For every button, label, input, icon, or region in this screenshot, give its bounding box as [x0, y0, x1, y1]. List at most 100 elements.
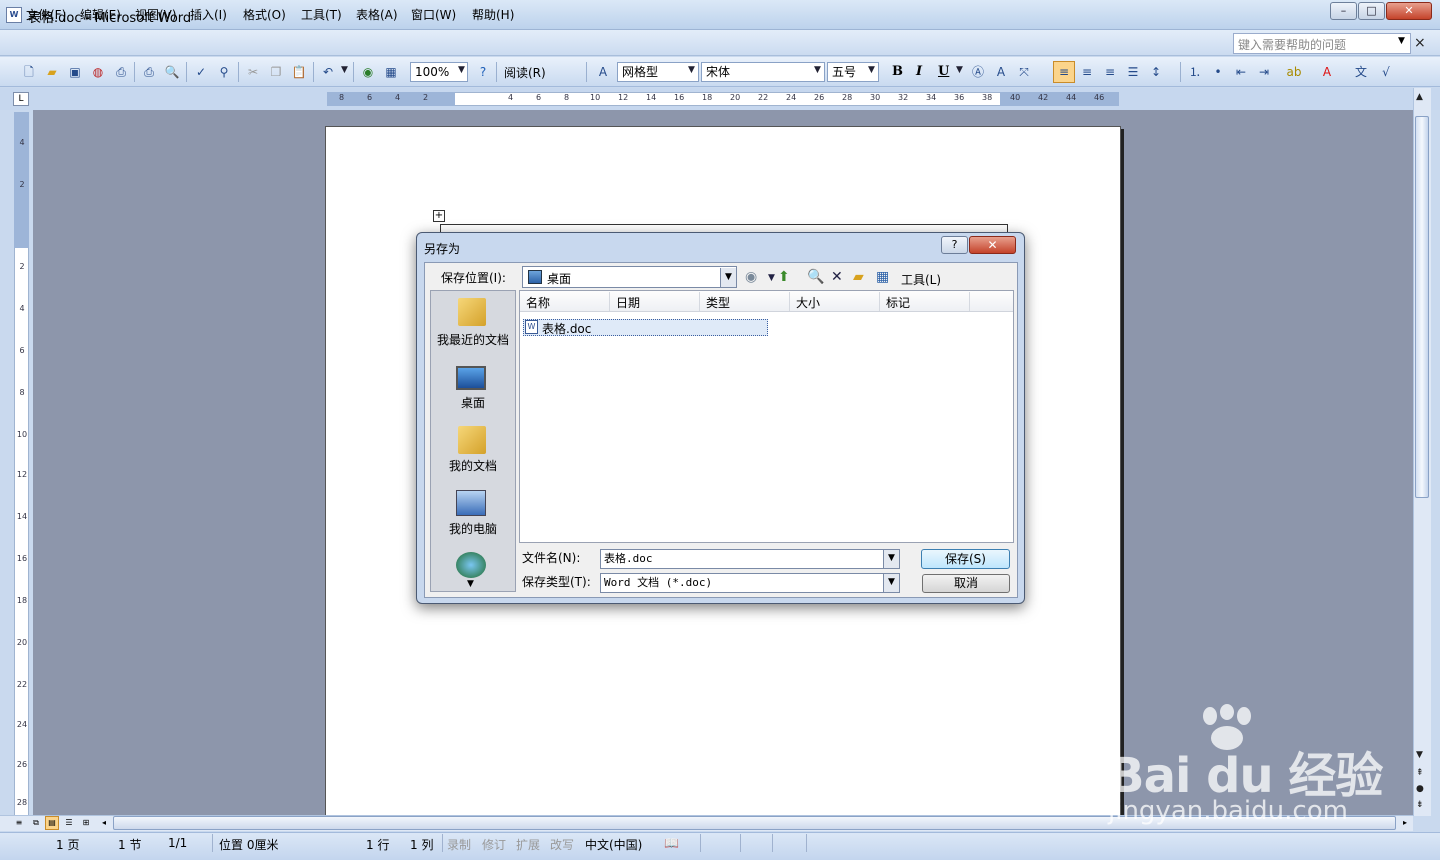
spelling-status-icon[interactable]: 📖	[664, 836, 679, 850]
menu-format[interactable]: 格式(O)	[243, 6, 286, 23]
save-button[interactable]: 保存(S)	[921, 549, 1010, 569]
align-center-icon[interactable]: ≡	[1078, 63, 1096, 81]
copy-icon[interactable]: ❐	[267, 63, 285, 81]
column-name[interactable]: 名称	[526, 294, 550, 311]
chevron-down-icon[interactable]: ▼	[956, 65, 963, 75]
zoom-preview-icon[interactable]: 🔍	[163, 63, 181, 81]
close-window-button[interactable]: ✕	[1386, 2, 1432, 20]
dialog-help-button[interactable]: ?	[941, 236, 968, 254]
new-folder-icon[interactable]: ▰	[853, 269, 864, 285]
justify-icon[interactable]: ☰	[1124, 63, 1142, 81]
chevron-down-icon[interactable]: ▼	[341, 65, 348, 75]
italic-button[interactable]: I	[916, 64, 922, 79]
undo-icon[interactable]: ↶	[319, 63, 337, 81]
numbered-list-icon[interactable]: ⒈	[1186, 63, 1204, 81]
menu-insert[interactable]: 插入(I)	[190, 6, 227, 23]
menu-window[interactable]: 窗口(W)	[411, 6, 456, 23]
chevron-down-icon[interactable]: ▼	[768, 273, 775, 283]
menu-table[interactable]: 表格(A)	[356, 6, 398, 23]
delete-icon[interactable]: ✕	[831, 269, 843, 285]
print-preview-icon[interactable]: ⎙	[112, 63, 130, 81]
desktop-icon[interactable]	[456, 366, 486, 390]
chevron-down-icon[interactable]: ▼	[688, 65, 695, 75]
help-icon[interactable]: ?	[474, 63, 492, 81]
filename-input[interactable]: 表格.doc	[600, 549, 900, 569]
styles-icon[interactable]: A	[594, 63, 612, 81]
open-folder-icon[interactable]: ▰	[43, 63, 61, 81]
save-disk-icon[interactable]: ▣	[66, 63, 84, 81]
up-folder-icon[interactable]: ⬆	[778, 269, 790, 285]
chevron-down-icon[interactable]: ▼	[883, 550, 899, 568]
normal-view-icon[interactable]: ≡	[12, 816, 26, 830]
status-language[interactable]: 中文(中国)	[585, 836, 642, 853]
underline-button[interactable]: U	[938, 64, 949, 79]
new-document-icon[interactable]: 🗋	[20, 63, 38, 81]
line-spacing-icon[interactable]: ↕	[1147, 63, 1165, 81]
place-my-documents[interactable]: 我的文档	[430, 457, 516, 474]
chevron-down-icon[interactable]: ▼	[467, 579, 474, 589]
close-document-button[interactable]: ×	[1414, 35, 1426, 51]
bold-button[interactable]: B	[892, 64, 903, 79]
network-places-icon[interactable]	[456, 552, 486, 578]
search-web-icon[interactable]: 🔍	[807, 269, 824, 285]
decrease-indent-icon[interactable]: ⇤	[1232, 63, 1250, 81]
table-icon[interactable]: ▦	[382, 63, 400, 81]
column-separator[interactable]	[879, 292, 880, 311]
recent-documents-icon[interactable]	[458, 298, 486, 326]
print-icon[interactable]: ⎙	[140, 63, 158, 81]
equation-icon[interactable]: √	[1377, 63, 1395, 81]
previous-page-icon[interactable]: ⇞	[1416, 768, 1424, 778]
char-shading-icon[interactable]: A	[992, 63, 1010, 81]
column-date[interactable]: 日期	[616, 294, 640, 311]
hyperlink-icon[interactable]: ◉	[359, 63, 377, 81]
read-mode-button[interactable]: 阅读(R)	[504, 64, 546, 81]
column-separator[interactable]	[789, 292, 790, 311]
scroll-up-icon[interactable]: ▲	[1416, 92, 1423, 102]
increase-indent-icon[interactable]: ⇥	[1255, 63, 1273, 81]
scroll-down-icon[interactable]: ▼	[1416, 750, 1423, 760]
column-separator[interactable]	[609, 292, 610, 311]
dialog-close-button[interactable]: ✕	[969, 236, 1016, 254]
my-documents-icon[interactable]	[458, 426, 486, 454]
cancel-button[interactable]: 取消	[922, 574, 1010, 593]
highlight-icon[interactable]: ab	[1285, 63, 1303, 81]
menu-edit[interactable]: 编辑(E)	[80, 6, 121, 23]
vertical-scroll-thumb[interactable]	[1415, 116, 1429, 498]
place-desktop[interactable]: 桌面	[430, 394, 516, 411]
status-overtype[interactable]: 改写	[550, 836, 574, 853]
browse-object-icon[interactable]: ●	[1416, 784, 1424, 794]
phonetic-guide-icon[interactable]: 文	[1352, 63, 1370, 81]
outline-view-icon[interactable]: ☰	[62, 816, 76, 830]
bullet-list-icon[interactable]: •	[1209, 63, 1227, 81]
chevron-down-icon[interactable]: ▼	[720, 268, 736, 287]
table-move-handle[interactable]: +	[433, 210, 445, 222]
paste-icon[interactable]: 📋	[290, 63, 308, 81]
align-right-icon[interactable]: ≡	[1101, 63, 1119, 81]
spelling-icon[interactable]: ✓	[192, 63, 210, 81]
web-view-icon[interactable]: ⧉	[29, 816, 43, 830]
cut-icon[interactable]: ✂	[244, 63, 262, 81]
menu-help[interactable]: 帮助(H)	[472, 6, 514, 23]
word-doc-icon[interactable]: W	[6, 7, 22, 23]
char-scale-icon[interactable]: ⤧	[1015, 63, 1033, 81]
place-my-computer[interactable]: 我的电脑	[430, 520, 516, 537]
filetype-select[interactable]: Word 文档 (*.doc)	[600, 573, 900, 593]
reading-view-icon[interactable]: ⊞	[79, 816, 93, 830]
column-separator[interactable]	[699, 292, 700, 311]
char-border-icon[interactable]: Ⓐ	[969, 63, 987, 81]
maximize-button[interactable]: □	[1358, 2, 1385, 20]
research-icon[interactable]: ⚲	[215, 63, 233, 81]
chevron-down-icon[interactable]: ▼	[1398, 36, 1405, 46]
next-page-icon[interactable]: ⇟	[1416, 800, 1424, 810]
column-type[interactable]: 类型	[706, 294, 730, 311]
permission-icon[interactable]: ◍	[89, 63, 107, 81]
font-combo[interactable]: 宋体	[701, 62, 825, 82]
tab-stop-selector[interactable]: L	[13, 92, 29, 106]
chevron-down-icon[interactable]: ▼	[458, 65, 465, 75]
style-combo[interactable]: 网格型	[617, 62, 699, 82]
status-extend[interactable]: 扩展	[516, 836, 540, 853]
column-size[interactable]: 大小	[796, 294, 820, 311]
chevron-down-icon[interactable]: ▼	[868, 65, 875, 75]
chevron-down-icon[interactable]: ▼	[883, 574, 899, 592]
chevron-down-icon[interactable]: ▼	[814, 65, 821, 75]
